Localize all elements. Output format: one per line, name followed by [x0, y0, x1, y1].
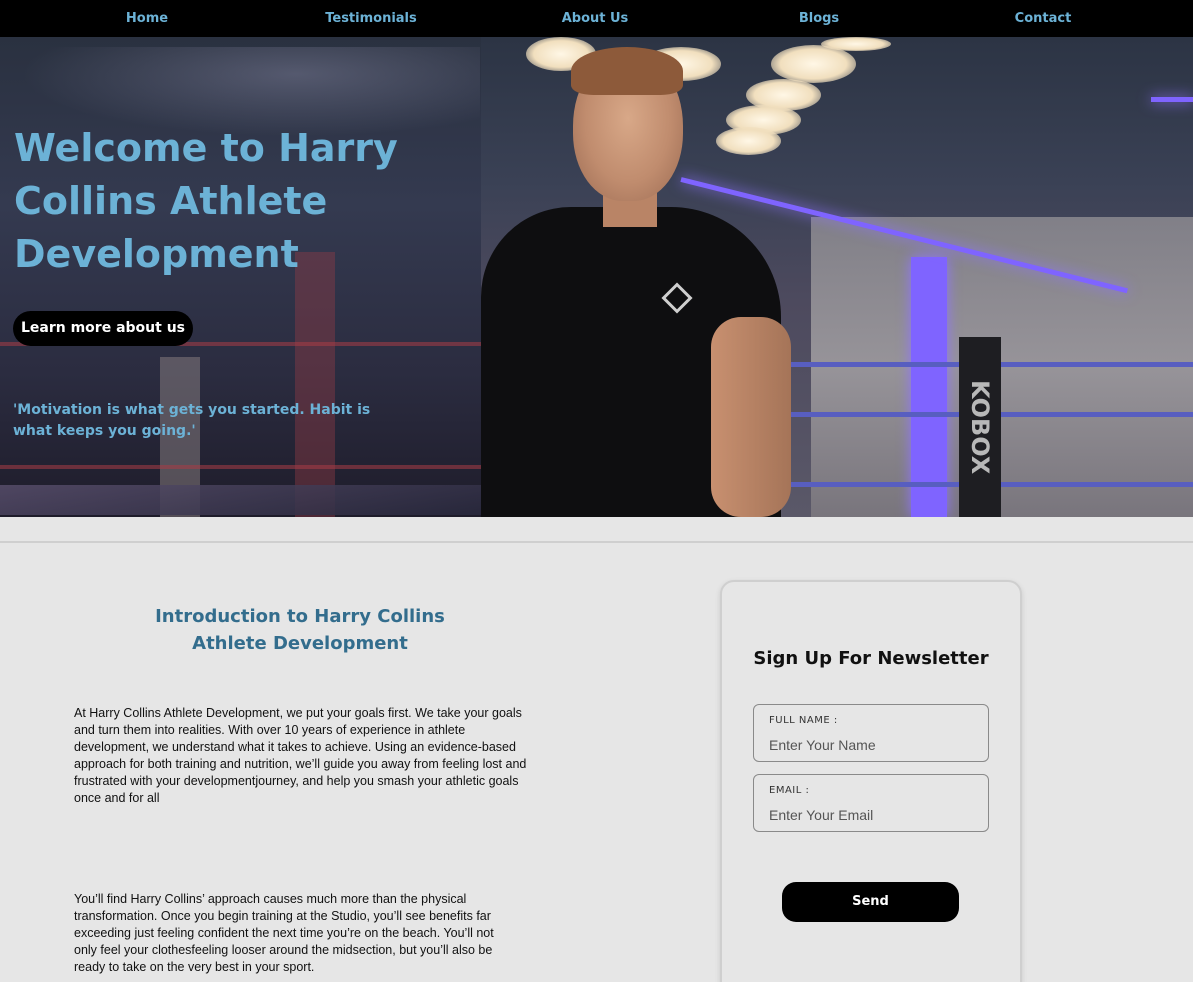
email-field: EMAIL : [753, 774, 989, 832]
email-label: EMAIL : [769, 785, 810, 796]
full-name-label: FULL NAME : [769, 715, 838, 726]
newsletter-title: Sign Up For Newsletter [753, 648, 989, 669]
nav-blogs-link[interactable]: Blogs [799, 0, 839, 37]
email-input[interactable] [769, 805, 974, 825]
hero-section: KOBOX Welcome to Harry Collins Athlete D… [0, 37, 1193, 517]
intro-paragraph-2: You’ll find Harry Collins’ approach caus… [74, 892, 494, 974]
top-navigation: Home Testimonials About Us Blogs Contact [0, 0, 1193, 37]
full-name-field: FULL NAME : [753, 704, 989, 762]
hero-title: Welcome to Harry Collins Athlete Develop… [14, 126, 398, 276]
hero-quote: 'Motivation is what gets you started. Ha… [13, 402, 371, 439]
intro-title: Introduction to Harry Collins Athlete De… [155, 606, 445, 654]
section-divider [0, 541, 1193, 543]
nav-home-link[interactable]: Home [126, 0, 168, 37]
kobox-sign: KOBOX [959, 337, 1001, 517]
learn-more-button[interactable]: Learn more about us [13, 311, 193, 346]
newsletter-card: Sign Up For Newsletter FULL NAME : EMAIL… [720, 580, 1022, 982]
hero-photo: KOBOX [481, 37, 1193, 517]
nav-about-link[interactable]: About Us [562, 0, 629, 37]
send-button[interactable]: Send [782, 882, 959, 922]
nav-contact-link[interactable]: Contact [1015, 0, 1072, 37]
full-name-input[interactable] [769, 735, 974, 755]
intro-paragraph-1: At Harry Collins Athlete Development, we… [74, 706, 527, 805]
nav-testimonials-link[interactable]: Testimonials [325, 0, 417, 37]
